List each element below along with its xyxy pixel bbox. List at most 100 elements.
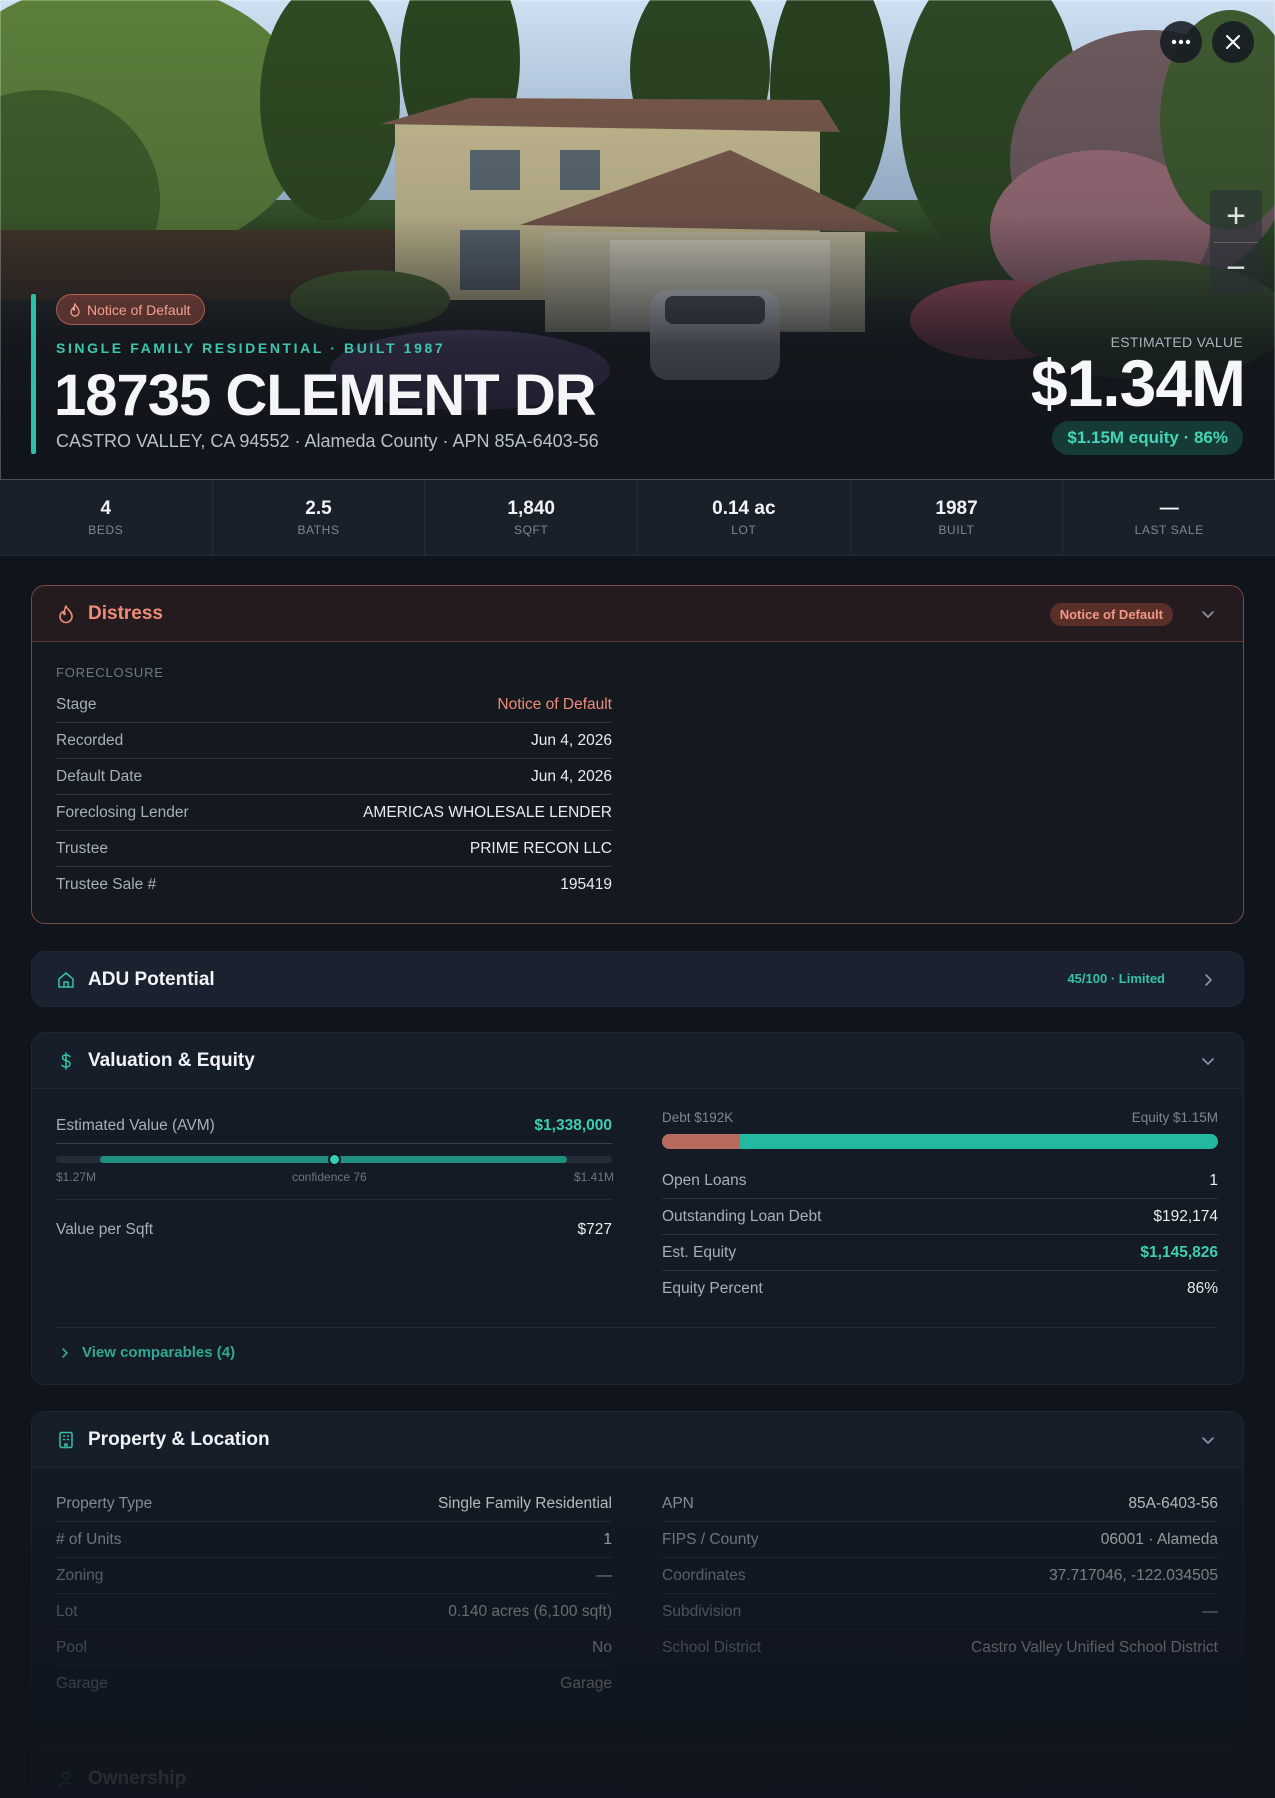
zoom-out-button[interactable]: − bbox=[1210, 242, 1262, 294]
detail-row: Subdivision — bbox=[662, 1594, 1218, 1630]
detail-row: Foreclosing Lender AMERICAS WHOLESALE LEN… bbox=[56, 795, 612, 831]
ownership-title: Ownership bbox=[88, 1768, 187, 1789]
detail-value: AMERICAS WHOLESALE LENDER bbox=[363, 803, 612, 821]
detail-row: Open Loans 1 bbox=[662, 1163, 1218, 1199]
more-button[interactable] bbox=[1160, 21, 1202, 63]
detail-row: Recorded Jun 4, 2026 bbox=[56, 723, 612, 759]
more-horizontal-icon bbox=[1171, 39, 1191, 45]
detail-label: Foreclosing Lender bbox=[56, 803, 189, 821]
detail-row: Pool No bbox=[56, 1630, 612, 1666]
stat-value: — bbox=[1159, 498, 1179, 519]
adu-title: ADU Potential bbox=[88, 969, 215, 990]
detail-label: Outstanding Loan Debt bbox=[662, 1207, 822, 1225]
stat-value: 1,840 bbox=[507, 498, 555, 519]
detail-value: No bbox=[592, 1638, 612, 1656]
stat-beds: 4 BEDS bbox=[0, 480, 213, 555]
detail-row: # of Units 1 bbox=[56, 1522, 612, 1558]
divider bbox=[56, 1199, 612, 1200]
stat-built: 1987 BUILT bbox=[851, 480, 1064, 555]
detail-label: Est. Equity bbox=[662, 1243, 737, 1261]
detail-row: APN 85A-6403-56 bbox=[662, 1486, 1218, 1522]
property-subtitle: SINGLE FAMILY RESIDENTIAL · BUILT 1987 bbox=[56, 340, 446, 356]
debt-equity-bar bbox=[662, 1134, 1218, 1149]
flame-icon bbox=[70, 302, 80, 317]
building-icon bbox=[59, 1431, 73, 1449]
value-per-sqft-label: Value per Sqft bbox=[56, 1221, 154, 1238]
detail-row: Zoning — bbox=[56, 1558, 612, 1594]
chevron-right-icon[interactable] bbox=[1199, 971, 1217, 989]
range-low-label: $1.27M bbox=[56, 1170, 97, 1184]
hero-photo: + − Notice of Default SINGLE FAMILY RESI… bbox=[0, 0, 1275, 480]
detail-row: Equity Percent 86% bbox=[662, 1271, 1218, 1307]
detail-value: 85A-6403-56 bbox=[1128, 1494, 1218, 1512]
loan-details: Open Loans 1 Outstanding Loan Debt $192,17… bbox=[662, 1163, 1218, 1307]
close-button[interactable] bbox=[1212, 21, 1254, 63]
detail-row: FIPS / County 06001 · Alameda bbox=[662, 1522, 1218, 1558]
avm-range-track bbox=[56, 1153, 612, 1166]
stat-value: 4 bbox=[100, 498, 112, 519]
stat-label: BUILT bbox=[938, 523, 975, 537]
detail-value: $1,145,826 bbox=[1140, 1243, 1218, 1261]
detail-label: Subdivision bbox=[662, 1602, 742, 1620]
detail-value: — bbox=[596, 1566, 613, 1584]
chevron-down-icon[interactable] bbox=[1199, 605, 1217, 623]
detail-label: Stage bbox=[56, 695, 97, 713]
stat-value: 1987 bbox=[935, 498, 978, 519]
stat-label: BEDS bbox=[88, 523, 124, 537]
detail-row: Coordinates 37.717046, -122.034505 bbox=[662, 1558, 1218, 1594]
distress-title: Distress bbox=[88, 602, 163, 624]
detail-value: 1 bbox=[603, 1530, 612, 1548]
detail-label: Equity Percent bbox=[662, 1280, 763, 1297]
stat-label: LAST SALE bbox=[1134, 523, 1204, 537]
equity-badge: $1.15M equity · 86% bbox=[1052, 421, 1243, 455]
zoom-in-button[interactable]: + bbox=[1210, 190, 1262, 242]
valuation-title: Valuation & Equity bbox=[88, 1049, 255, 1071]
detail-row: Trustee PRIME RECON LLC bbox=[56, 831, 612, 867]
detail-value: 1 bbox=[1209, 1171, 1218, 1189]
stat-value: 2.5 bbox=[305, 498, 332, 519]
estimated-value: $1.34M bbox=[1030, 346, 1246, 420]
valuation-header[interactable]: Valuation & Equity bbox=[32, 1033, 1243, 1089]
divider bbox=[56, 1327, 1218, 1328]
view-comparables-label: View comparables (4) bbox=[82, 1344, 236, 1361]
property-location: CASTRO VALLEY, CA 94552 · Alameda County… bbox=[56, 431, 599, 451]
detail-value: 0.140 acres (6,100 sqft) bbox=[448, 1602, 612, 1620]
ownership-panel: Ownership bbox=[31, 1750, 1244, 1798]
foreclosure-details: FORECLOSURE Stage Notice of Default Recor… bbox=[56, 659, 612, 903]
title-accent-bar bbox=[31, 294, 36, 454]
view-comparables-link[interactable]: View comparables (4) bbox=[60, 1344, 235, 1361]
distress-badge-label: Notice of Default bbox=[87, 301, 191, 318]
home-icon bbox=[58, 972, 74, 988]
property-header[interactable]: Property & Location bbox=[32, 1412, 1243, 1468]
detail-row: Lot 0.140 acres (6,100 sqft) bbox=[56, 1594, 612, 1630]
property-address: 18735 CLEMENT DR bbox=[54, 363, 597, 428]
detail-row: School District Castro Valley Unified Sch… bbox=[662, 1630, 1218, 1666]
detail-label: APN bbox=[662, 1494, 694, 1512]
property-title: Property & Location bbox=[88, 1428, 270, 1450]
detail-label: Trustee bbox=[56, 839, 108, 857]
chevron-down-icon[interactable] bbox=[1199, 1052, 1217, 1070]
chevron-down-icon[interactable] bbox=[1199, 1431, 1217, 1449]
distress-header[interactable]: Distress Notice of Default bbox=[32, 586, 1243, 642]
avm-block: Estimated Value (AVM) $1,338,000 bbox=[56, 1108, 612, 1144]
adu-potential-panel[interactable]: ADU Potential 45/100 · Limited bbox=[31, 951, 1244, 1007]
flame-icon bbox=[59, 605, 73, 624]
detail-value: Single Family Residential bbox=[437, 1494, 612, 1512]
property-details-left: Property Type Single Family Residential #… bbox=[56, 1486, 612, 1702]
ownership-header[interactable]: Ownership bbox=[32, 1751, 1243, 1798]
user-icon bbox=[58, 1771, 74, 1787]
range-high-label: $1.41M bbox=[574, 1170, 615, 1184]
detail-label: School District bbox=[662, 1639, 762, 1656]
property-stats-bar: 4 BEDS 2.5 BATHS 1,840 SQFT 0.14 ac LOT 1987… bbox=[0, 480, 1275, 556]
dollar-icon bbox=[61, 1052, 71, 1070]
stat-baths: 2.5 BATHS bbox=[213, 480, 426, 555]
detail-value: Jun 4, 2026 bbox=[530, 731, 612, 749]
detail-label: Trustee Sale # bbox=[56, 876, 157, 893]
stat-label: LOT bbox=[731, 523, 757, 537]
detail-row: Outstanding Loan Debt $192,174 bbox=[662, 1199, 1218, 1235]
detail-label: Open Loans bbox=[662, 1171, 747, 1189]
adu-header[interactable]: ADU Potential 45/100 · Limited bbox=[32, 952, 1243, 1006]
debt-label: Debt $192K bbox=[662, 1110, 734, 1125]
avm-row: Estimated Value (AVM) $1,338,000 bbox=[56, 1108, 612, 1144]
detail-label: Pool bbox=[56, 1638, 88, 1656]
